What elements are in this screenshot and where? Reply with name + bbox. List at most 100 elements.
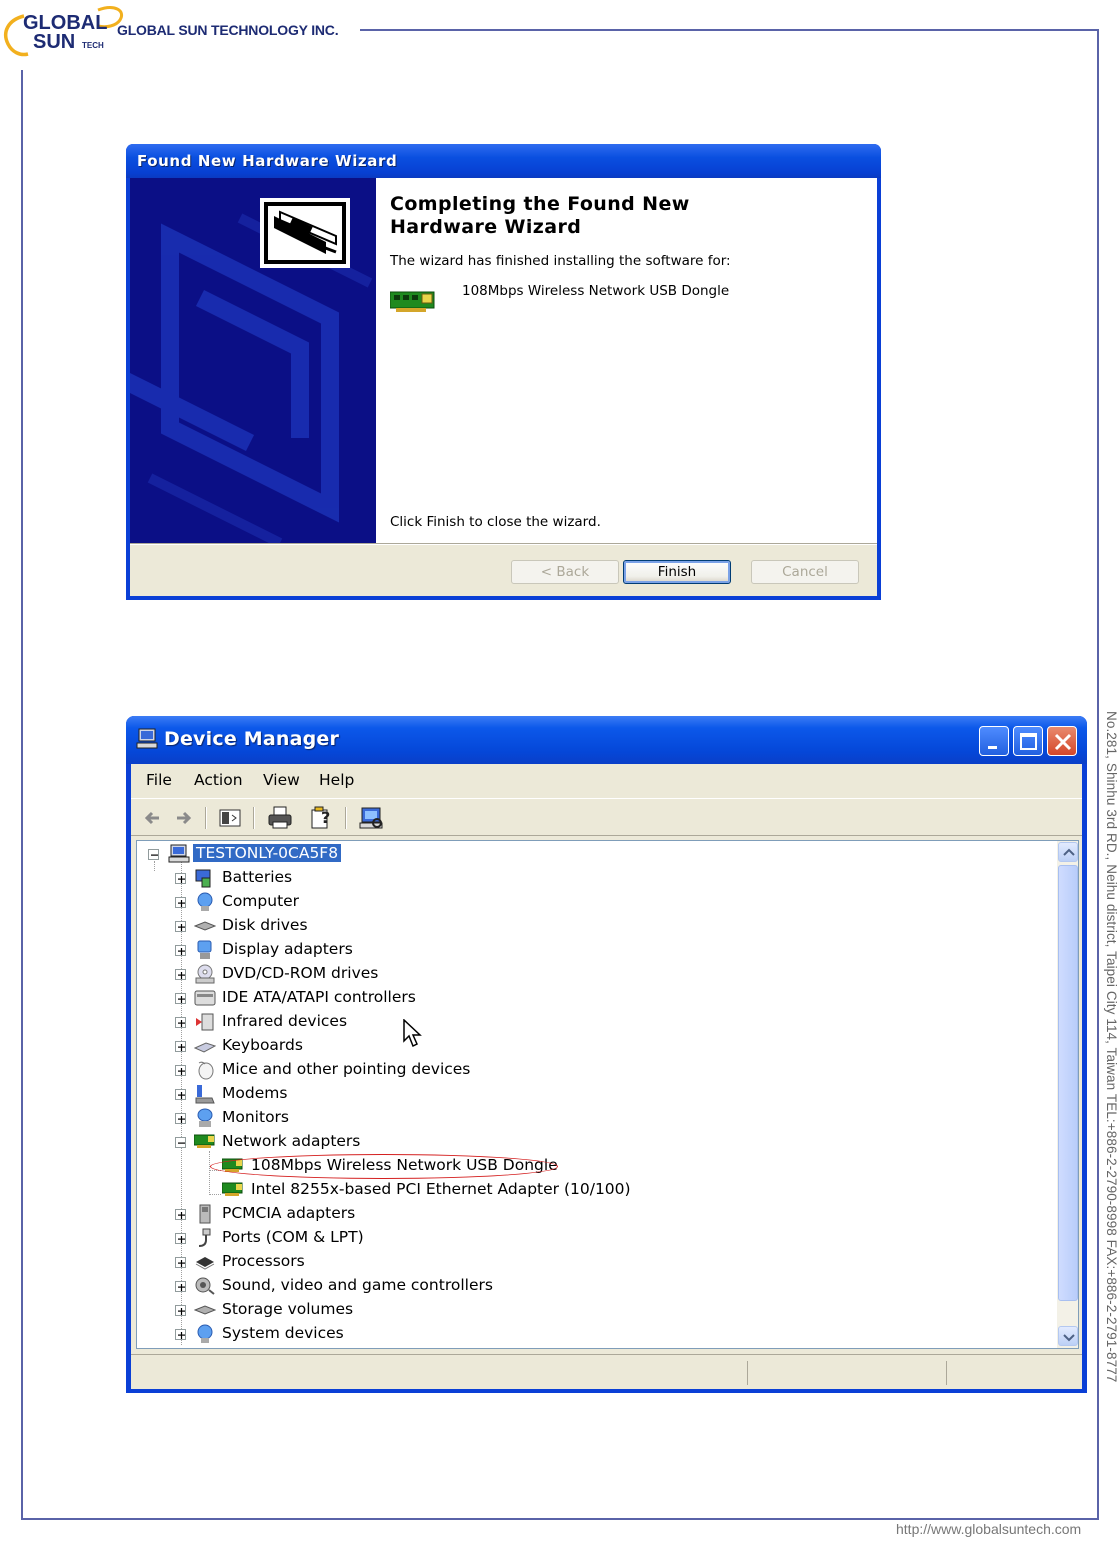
- device-manager-title-bar[interactable]: Device Manager: [126, 716, 1087, 764]
- device-manager-window: Device Manager File Action View Help ? T…: [126, 716, 1087, 1393]
- back-button[interactable]: < Back: [511, 560, 619, 584]
- expand-toggle[interactable]: [175, 1281, 186, 1292]
- minimize-button[interactable]: [979, 726, 1009, 756]
- expand-toggle[interactable]: [175, 1017, 186, 1028]
- device-tree[interactable]: TESTONLY-0CA5F8 Batteries Computer Disk …: [136, 840, 1079, 1349]
- tree-item-disk-drives[interactable]: Disk drives: [137, 915, 537, 937]
- print-icon[interactable]: [267, 805, 293, 831]
- chevron-up-icon: [1063, 848, 1075, 856]
- menu-help[interactable]: Help: [319, 771, 354, 789]
- toolbar-separator: [253, 807, 254, 829]
- company-logo: GLOBAL SUN TECH: [2, 2, 132, 58]
- tree-item-system-devices[interactable]: System devices: [137, 1323, 537, 1345]
- cd-rom-icon: [194, 964, 216, 984]
- wizard-separator: [130, 543, 877, 545]
- system-device-icon: [194, 1324, 216, 1344]
- storage-volume-icon: [193, 1300, 217, 1320]
- tree-item-mice[interactable]: Mice and other pointing devices: [137, 1059, 537, 1081]
- close-button[interactable]: [1047, 726, 1077, 756]
- device-manager-client-area: File Action View Help ? TESTONLY-0CA5F8 …: [131, 764, 1082, 1389]
- svg-text:SUN: SUN: [33, 31, 75, 53]
- collapse-toggle[interactable]: [148, 849, 159, 860]
- status-bar-panel: [946, 1361, 947, 1385]
- expand-toggle[interactable]: [175, 1305, 186, 1316]
- scroll-thumb[interactable]: [1058, 865, 1078, 1301]
- tree-item-processors[interactable]: Processors: [137, 1251, 537, 1273]
- network-card-icon: [193, 1132, 216, 1152]
- tree-item-ide-controllers[interactable]: IDE ATA/ATAPI controllers: [137, 987, 537, 1009]
- vertical-scrollbar[interactable]: [1057, 841, 1078, 1348]
- expand-toggle[interactable]: [175, 1041, 186, 1052]
- speaker-icon: [194, 1276, 216, 1296]
- scan-hardware-icon[interactable]: [359, 805, 385, 831]
- back-arrow-icon[interactable]: [139, 805, 165, 831]
- found-new-hardware-wizard-window: Found New Hardware Wizard Completing the…: [126, 144, 881, 600]
- tree-item-computer[interactable]: Computer: [137, 891, 537, 913]
- expand-toggle[interactable]: [175, 1065, 186, 1076]
- computer-icon: [168, 844, 190, 864]
- tree-item-modems[interactable]: Modems: [137, 1083, 537, 1105]
- expand-toggle[interactable]: [175, 969, 186, 980]
- tree-item-batteries[interactable]: Batteries: [137, 867, 537, 889]
- tree-item-display-adapters[interactable]: Display adapters: [137, 939, 537, 961]
- tree-item-dvd-cd-rom-drives[interactable]: DVD/CD-ROM drives: [137, 963, 537, 985]
- mouse-icon: [194, 1060, 216, 1080]
- toolbar-separator: [345, 807, 346, 829]
- tree-item-infrared-devices[interactable]: Infrared devices: [137, 1011, 537, 1033]
- ide-controller-icon: [194, 988, 216, 1008]
- tree-item-sound[interactable]: Sound, video and game controllers: [137, 1275, 537, 1297]
- collapse-toggle[interactable]: [175, 1137, 186, 1148]
- toolbar-separator: [205, 807, 206, 829]
- tree-item-network-adapters[interactable]: Network adapters: [137, 1131, 637, 1153]
- expand-toggle[interactable]: [175, 1113, 186, 1124]
- expand-toggle[interactable]: [175, 993, 186, 1004]
- device-manager-computer-icon: [136, 728, 158, 754]
- tree-item-keyboards[interactable]: Keyboards: [137, 1035, 537, 1057]
- port-icon: [194, 1228, 216, 1248]
- wizard-finish-instructions: Click Finish to close the wizard.: [390, 514, 601, 530]
- expand-toggle[interactable]: [175, 921, 186, 932]
- expand-toggle[interactable]: [175, 873, 186, 884]
- computer-icon: [194, 892, 216, 912]
- network-card-icon: [221, 1180, 244, 1200]
- page-border-top: [360, 29, 1098, 31]
- expand-toggle[interactable]: [175, 1089, 186, 1100]
- forward-arrow-icon[interactable]: [171, 805, 197, 831]
- page-border-right: [1097, 29, 1099, 1520]
- tree-item-intel-ethernet[interactable]: Intel 8255x-based PCI Ethernet Adapter (…: [137, 1179, 737, 1201]
- expand-toggle[interactable]: [175, 1257, 186, 1268]
- disk-drive-icon: [193, 916, 217, 936]
- menu-action[interactable]: Action: [194, 771, 243, 789]
- show-hide-console-tree-icon[interactable]: [217, 805, 243, 831]
- device-manager-title: Device Manager: [164, 728, 340, 750]
- company-name: GLOBAL SUN TECHNOLOGY INC.: [117, 22, 339, 38]
- scroll-up-button[interactable]: [1058, 842, 1078, 862]
- tree-item-monitors[interactable]: Monitors: [137, 1107, 537, 1129]
- expand-toggle[interactable]: [175, 897, 186, 908]
- expand-toggle[interactable]: [175, 945, 186, 956]
- company-address: No.281, Shinhu 3rd RD., Neihu district, …: [1104, 711, 1119, 1383]
- menu-view[interactable]: View: [263, 771, 300, 789]
- wizard-content: Completing the Found New Hardware Wizard…: [376, 178, 877, 543]
- finish-button[interactable]: Finish: [623, 560, 731, 584]
- tree-item-pcmcia-adapters[interactable]: PCMCIA adapters: [137, 1203, 537, 1225]
- tree-root[interactable]: TESTONLY-0CA5F8: [137, 843, 537, 865]
- tree-item-storage-volumes[interactable]: Storage volumes: [137, 1299, 537, 1321]
- menu-file[interactable]: File: [146, 771, 172, 789]
- wizard-installed-text: The wizard has finished installing the s…: [390, 253, 731, 269]
- status-bar: [131, 1354, 1082, 1389]
- processor-icon: [194, 1252, 216, 1272]
- modem-icon: [194, 1084, 216, 1104]
- properties-help-icon[interactable]: ?: [309, 805, 335, 831]
- expand-toggle[interactable]: [175, 1209, 186, 1220]
- expand-toggle[interactable]: [175, 1329, 186, 1340]
- scroll-down-button[interactable]: [1058, 1326, 1078, 1346]
- expand-toggle[interactable]: [175, 1233, 186, 1244]
- wizard-heading: Completing the Found New Hardware Wizard: [390, 193, 690, 238]
- cancel-button[interactable]: Cancel: [751, 560, 859, 584]
- display-adapter-icon: [194, 940, 216, 960]
- monitor-icon: [194, 1108, 216, 1128]
- maximize-button[interactable]: [1013, 726, 1043, 756]
- page-border-bottom: [22, 1518, 1099, 1520]
- tree-item-ports[interactable]: Ports (COM & LPT): [137, 1227, 537, 1249]
